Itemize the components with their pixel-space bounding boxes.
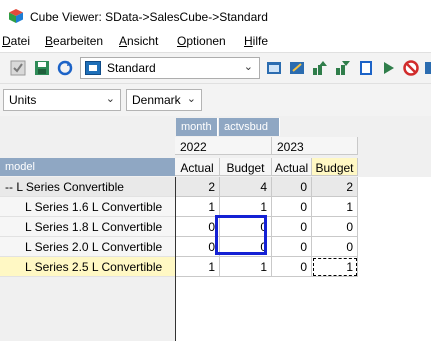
window-title: Cube Viewer: SData->SalesCube->Standard	[30, 10, 268, 24]
country-filter-label: Denmark	[132, 93, 181, 107]
data-cell[interactable]: 0	[176, 217, 220, 237]
data-cell[interactable]: 0	[272, 257, 312, 277]
expand-all-icon[interactable]	[312, 60, 328, 76]
active-cell[interactable]: 1	[312, 257, 358, 277]
save-icon[interactable]	[34, 60, 50, 76]
menu-bearbeiten[interactable]: Bearbeiten	[45, 34, 103, 48]
row-header[interactable]: L Series 1.6 L Convertible	[0, 197, 175, 217]
checkbox-icon[interactable]	[10, 60, 26, 76]
units-filter[interactable]: Units ⌄	[3, 89, 121, 111]
toolbar: Standard ⌄	[0, 52, 431, 84]
data-cell[interactable]: 2	[312, 177, 358, 197]
highlight-box	[215, 215, 267, 255]
view-icon	[85, 61, 101, 75]
view-select[interactable]: Standard ⌄	[80, 57, 260, 79]
data-cell[interactable]: 1	[176, 197, 220, 217]
column-header[interactable]: Actual	[272, 158, 312, 176]
data-cell[interactable]: 0	[312, 237, 358, 257]
year-header[interactable]: 2022	[175, 137, 272, 155]
data-cell[interactable]: 0	[272, 237, 312, 257]
data-cell[interactable]: 0	[312, 217, 358, 237]
data-cell[interactable]: 1	[220, 197, 272, 217]
year-header[interactable]: 2023	[272, 137, 358, 155]
data-cell[interactable]: 0	[272, 197, 312, 217]
menu-bar: Datei Bearbeiten Ansicht Optionen Hilfe	[0, 32, 431, 52]
row-header[interactable]: L Series 2.0 L Convertible	[0, 237, 175, 257]
filter-bar: Units ⌄ Denmark ⌄	[0, 84, 431, 116]
menu-hilfe[interactable]: Hilfe	[244, 34, 268, 48]
slice-to-excel-icon[interactable]	[266, 60, 282, 76]
menu-datei[interactable]: Datei	[2, 34, 30, 48]
data-cell[interactable]: 0	[272, 217, 312, 237]
chevron-down-icon: ⌄	[243, 61, 253, 73]
data-cell[interactable]: 4	[220, 177, 272, 197]
column-header[interactable]: Budget	[312, 158, 358, 176]
collapse-icon[interactable]	[335, 60, 351, 76]
data-cell[interactable]: 1	[220, 257, 272, 277]
country-filter[interactable]: Denmark ⌄	[126, 89, 202, 111]
chevron-down-icon: ⌄	[186, 93, 196, 105]
data-cell[interactable]: 1	[176, 257, 220, 277]
column-dimension-actvsbud[interactable]: actvsbud	[219, 118, 280, 136]
units-filter-label: Units	[9, 93, 37, 107]
edit-icon[interactable]	[358, 60, 374, 76]
data-cell[interactable]: 1	[312, 197, 358, 217]
data-cell[interactable]: 2	[176, 177, 220, 197]
menu-ansicht[interactable]: Ansicht	[119, 34, 158, 48]
recalculate-icon[interactable]	[57, 60, 73, 76]
column-dimension-month[interactable]: month	[176, 118, 218, 136]
chevron-down-icon: ⌄	[105, 93, 115, 105]
column-header[interactable]: Budget	[220, 158, 272, 176]
next-icon[interactable]	[381, 60, 397, 76]
row-header[interactable]: L Series 2.5 L Convertible	[0, 257, 175, 277]
row-dimension-model[interactable]: model	[0, 158, 175, 176]
column-header[interactable]: Actual	[175, 158, 220, 176]
view-select-label: Standard	[107, 61, 156, 75]
menu-optionen[interactable]: Optionen	[177, 34, 226, 48]
row-header[interactable]: -- L Series Convertible	[0, 177, 175, 197]
data-cell[interactable]: 0	[176, 237, 220, 257]
data-cell[interactable]: 0	[272, 177, 312, 197]
export-icon[interactable]	[289, 60, 305, 76]
stop-icon[interactable]	[403, 60, 419, 76]
filter-icon[interactable]	[425, 60, 431, 76]
cube-icon	[9, 9, 23, 23]
row-header[interactable]: L Series 1.8 L Convertible	[0, 217, 175, 237]
title-bar: Cube Viewer: SData->SalesCube->Standard	[0, 0, 431, 32]
